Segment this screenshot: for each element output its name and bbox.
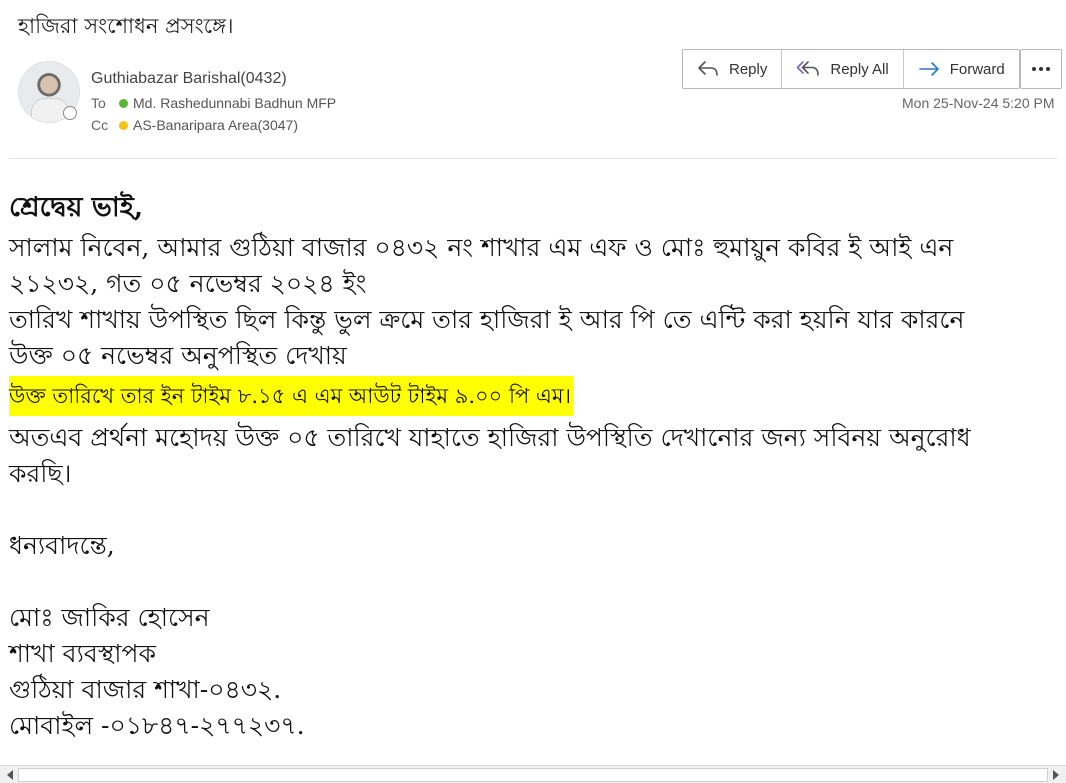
body-line: অতএব প্রর্থনা মহোদয় উক্ত ০৫ তারিখে যাহা… <box>9 423 971 452</box>
to-row: To Md. Rashedunnabi Badhun MFP <box>91 95 336 111</box>
body-line: উক্ত ০৫ নভেম্বর অনুপস্থিত দেখায় <box>9 341 347 370</box>
forward-button[interactable]: Forward <box>904 50 1019 88</box>
signature-branch: গুঠিয়া বাজার শাখা-০৪৩২. <box>9 675 282 704</box>
scrollbar-thumb[interactable] <box>18 768 1048 782</box>
reply-button[interactable]: Reply <box>683 50 783 88</box>
cc-row: Cc AS-Banaripara Area(3047) <box>91 117 298 133</box>
body-line: ২১২৩২, গত ০৫ নভেম্বর ২০২৪ ইং <box>9 269 367 298</box>
forward-icon <box>918 62 939 76</box>
sent-timestamp: Mon 25-Nov-24 5:20 PM <box>902 95 1055 111</box>
scroll-left-icon[interactable] <box>7 770 13 780</box>
message-body: শ্রেদ্বেয় ভাই, সালাম নিবেন, আমার গুঠিয়… <box>9 190 1061 744</box>
body-line: সালাম নিবেন, আমার গুঠিয়া বাজার ০৪৩২ নং … <box>9 233 954 262</box>
horizontal-scrollbar[interactable] <box>0 765 1066 783</box>
header-divider <box>9 158 1057 159</box>
forward-label: Forward <box>949 60 1005 78</box>
body-line: করছি। <box>9 459 72 488</box>
cc-recipient[interactable]: AS-Banaripara Area(3047) <box>133 117 298 133</box>
more-actions-button[interactable] <box>1020 49 1062 89</box>
highlighted-text: উক্ত তারিখে তার ইন টাইম ৮.১৫ এ এম আউট টা… <box>9 376 574 416</box>
body-line: তারিখ শাখায় উপস্থিত ছিল কিন্তু ভুল ক্রম… <box>9 305 965 334</box>
presence-status-icon <box>63 106 77 120</box>
reply-all-icon <box>797 61 820 76</box>
presence-away-icon <box>119 121 128 130</box>
reply-all-button[interactable]: Reply All <box>782 50 904 88</box>
to-label: To <box>91 95 106 111</box>
email-subject: হাজিরা সংশোধন প্রসংঙ্গে। <box>18 14 234 38</box>
greeting: শ্রেদ্বেয় ভাই, <box>9 192 144 223</box>
message-actions: Reply Reply All Forward <box>682 49 1020 89</box>
cc-label: Cc <box>91 117 109 133</box>
signature-name: মোঃ জাকির হোসেন <box>9 603 210 632</box>
presence-available-icon <box>119 99 128 108</box>
scroll-right-icon[interactable] <box>1053 770 1059 780</box>
reply-icon <box>698 61 718 76</box>
ellipsis-icon <box>1032 67 1050 71</box>
closing: ধন্যবাদন্তে, <box>9 531 115 560</box>
highlighted-line-wrapper: উক্ত তারিখে তার ইন টাইম ৮.১৫ এ এম আউট টা… <box>9 374 1061 416</box>
reply-all-label: Reply All <box>830 60 889 78</box>
sender-name[interactable]: Guthiabazar Barishal(0432) <box>91 70 287 88</box>
signature-title: শাখা ব্যবস্থাপক <box>9 639 156 668</box>
to-recipient[interactable]: Md. Rashedunnabi Badhun MFP <box>133 95 336 111</box>
signature-mobile: মোবাইল -০১৮৪৭-২৭৭২৩৭. <box>9 711 305 740</box>
reply-label: Reply <box>729 60 768 78</box>
